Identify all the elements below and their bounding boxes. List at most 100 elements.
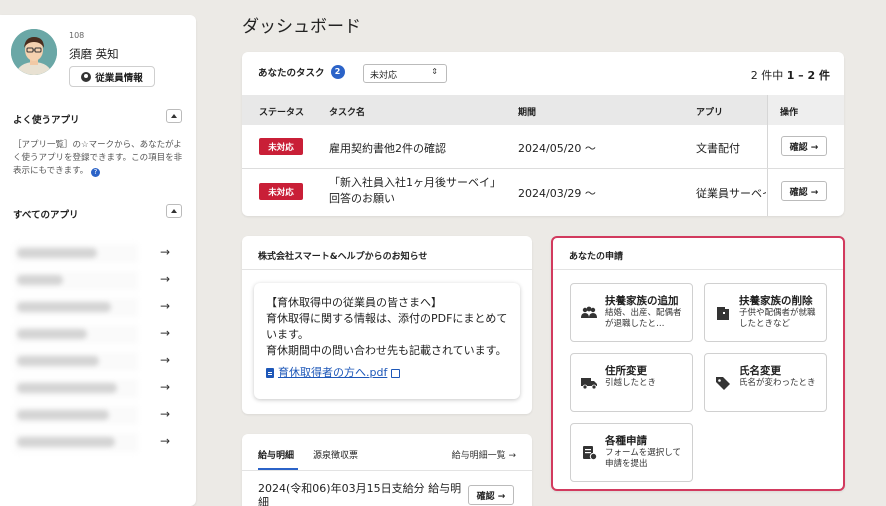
- arrow-right-icon[interactable]: →: [160, 353, 170, 367]
- arrow-right-icon[interactable]: →: [160, 299, 170, 313]
- apply-tile-name-change[interactable]: 氏名変更 氏名が変わったとき: [704, 353, 827, 412]
- notice-line: 育休期間中の問い合わせ先も記載されています。: [266, 344, 507, 357]
- tile-title: 氏名変更: [739, 365, 781, 377]
- payslip-card: 給与明細 源泉徴収票 給与明細一覧 → 2024(令和06)年03月15日支給分…: [242, 434, 532, 506]
- tasks-pager: 2 件中 1 – 2 件: [751, 67, 830, 83]
- app-list-item[interactable]: →: [0, 429, 196, 456]
- arrow-right-icon[interactable]: →: [160, 245, 170, 259]
- document-icon: [266, 368, 274, 378]
- company-notice-card: 株式会社スマート&ヘルプからのお知らせ 【育休取得中の従業員の皆さまへ】 育休取…: [242, 236, 532, 414]
- apply-tile-dependent-remove[interactable]: 扶養家族の削除 子供や配偶者が就職したときなど: [704, 283, 827, 342]
- apply-tile-general[interactable]: 各種申請 フォームを選択して申請を提出: [570, 423, 693, 482]
- tab-payslip[interactable]: 給与明細: [258, 448, 294, 461]
- all-apps-title: すべてのアプリ: [13, 210, 79, 221]
- divider: [553, 269, 843, 270]
- app-name-redacted: [17, 356, 99, 366]
- confirm-button[interactable]: 確認 →: [781, 181, 827, 201]
- pdf-link-label: 育休取得者の方へ.pdf: [278, 366, 388, 379]
- pdf-link[interactable]: 育休取得者の方へ.pdf: [266, 365, 508, 381]
- employee-number: 108: [69, 31, 85, 40]
- arrow-right-icon[interactable]: →: [160, 272, 170, 286]
- favorites-title: よく使うアプリ: [13, 115, 80, 126]
- task-period: 2024/03/29 ～: [518, 187, 596, 200]
- app-name-redacted: [17, 275, 63, 285]
- arrow-right-icon[interactable]: →: [160, 380, 170, 394]
- tile-desc: フォームを選択して申請を提出: [605, 448, 681, 469]
- divider: [242, 470, 532, 471]
- my-applications-card: あなたの申請 扶養家族の追加 結婚、出産、配偶者が退職したと… 扶養家族の削除 …: [551, 236, 845, 491]
- app-name-redacted: [17, 248, 97, 258]
- app-list-item[interactable]: →: [0, 321, 196, 348]
- help-icon[interactable]: ?: [91, 168, 101, 177]
- col-app: アプリ: [696, 108, 724, 118]
- notice-body: 【育休取得中の従業員の皆さまへ】 育休取得に関する情報は、添付のPDFにまとめて…: [254, 283, 520, 399]
- truck-icon: [581, 378, 597, 390]
- apply-tile-dependent-add[interactable]: 扶養家族の追加 結婚、出産、配偶者が退職したと…: [570, 283, 693, 342]
- col-task-name: タスク名: [329, 108, 366, 118]
- employee-info-label: 従業員情報: [95, 72, 143, 84]
- employee-info-button[interactable]: 従業員情報: [69, 66, 155, 87]
- pager-range: 1 – 2 件: [786, 69, 830, 82]
- app-list-item[interactable]: →: [0, 240, 196, 267]
- external-link-icon: [391, 368, 401, 378]
- status-filter-value: 未対応: [370, 71, 398, 81]
- app-name-redacted: [17, 329, 87, 339]
- family-add-icon: [581, 306, 597, 318]
- all-apps-collapse-button[interactable]: [166, 204, 182, 218]
- divider: [242, 269, 532, 270]
- tile-title: 住所変更: [605, 365, 647, 377]
- tile-title: 扶養家族の削除: [739, 295, 813, 307]
- tile-title: 扶養家族の追加: [605, 295, 679, 307]
- notice-title: 株式会社スマート&ヘルプからのお知らせ: [258, 252, 428, 262]
- status-badge: 未対応: [259, 183, 303, 200]
- all-apps-list: → → → → → → → →: [0, 240, 196, 456]
- payslip-confirm-button[interactable]: 確認 →: [468, 485, 514, 505]
- app-list-item[interactable]: →: [0, 267, 196, 294]
- task-name: 「新入社員入社1ヶ月後サーベイ」回答のお願い: [329, 176, 501, 205]
- confirm-button[interactable]: 確認 →: [781, 136, 827, 156]
- tasks-count-badge: 2: [330, 65, 345, 79]
- chevron-up-icon: [171, 114, 177, 118]
- payslip-list-link[interactable]: 給与明細一覧 →: [452, 448, 516, 461]
- col-status: ステータス: [259, 108, 305, 118]
- table-row: 未対応 「新入社員入社1ヶ月後サーベイ」回答のお願い 2024/03/29 ～ …: [242, 170, 844, 214]
- tag-icon: [716, 377, 730, 390]
- employee-name: 須磨 英知: [69, 47, 119, 61]
- app-list-item[interactable]: →: [0, 402, 196, 429]
- favorites-collapse-button[interactable]: [166, 109, 182, 123]
- form-icon: [583, 446, 597, 460]
- actions-column-header: 操作: [767, 95, 844, 125]
- tasks-table-header: ステータス タスク名 期間 アプリ: [242, 95, 844, 125]
- col-period: 期間: [518, 108, 537, 118]
- avatar[interactable]: [11, 29, 57, 75]
- tasks-header: あなたのタスク 2: [258, 65, 345, 79]
- applications-title: あなたの申請: [569, 252, 624, 262]
- favorites-note: ［アプリ一覧］の☆マークから、あなたがよく使うアプリを登録できます。この項目を非…: [13, 139, 189, 178]
- arrow-right-icon[interactable]: →: [160, 434, 170, 448]
- app-list-item[interactable]: →: [0, 375, 196, 402]
- tile-desc: 氏名が変わったとき: [739, 378, 816, 388]
- arrow-right-icon[interactable]: →: [160, 407, 170, 421]
- arrow-right-icon[interactable]: →: [160, 326, 170, 340]
- user-circle-icon: [81, 71, 92, 82]
- tab-withholding[interactable]: 源泉徴収票: [313, 448, 358, 461]
- pager-total: 2 件中: [750, 69, 784, 82]
- task-app: 文書配付: [696, 142, 740, 155]
- family-remove-icon: [717, 307, 729, 320]
- app-name-redacted: [17, 302, 111, 312]
- tile-desc: 引越したとき: [605, 378, 657, 388]
- app-name-redacted: [17, 410, 109, 420]
- sidebar: 108 須磨 英知 従業員情報 よく使うアプリ ［アプリ一覧］の☆マークから、あ…: [0, 15, 196, 506]
- select-chevron-icon: ⇕: [431, 67, 438, 76]
- apply-tile-address-change[interactable]: 住所変更 引越したとき: [570, 353, 693, 412]
- task-period: 2024/05/20 ～: [518, 142, 596, 155]
- task-app: 従業員サーベイ: [696, 187, 766, 200]
- app-list-item[interactable]: →: [0, 348, 196, 375]
- status-filter-select[interactable]: 未対応 ⇕: [363, 64, 447, 83]
- app-list-item[interactable]: →: [0, 294, 196, 321]
- tile-desc: 子供や配偶者が就職したときなど: [739, 308, 816, 329]
- profile-panel: 108 須磨 英知 従業員情報: [11, 29, 191, 103]
- page-title: ダッシュボード: [242, 17, 361, 37]
- task-name: 雇用契約書他2件の確認: [329, 142, 446, 155]
- tile-desc: 結婚、出産、配偶者が退職したと…: [605, 308, 682, 329]
